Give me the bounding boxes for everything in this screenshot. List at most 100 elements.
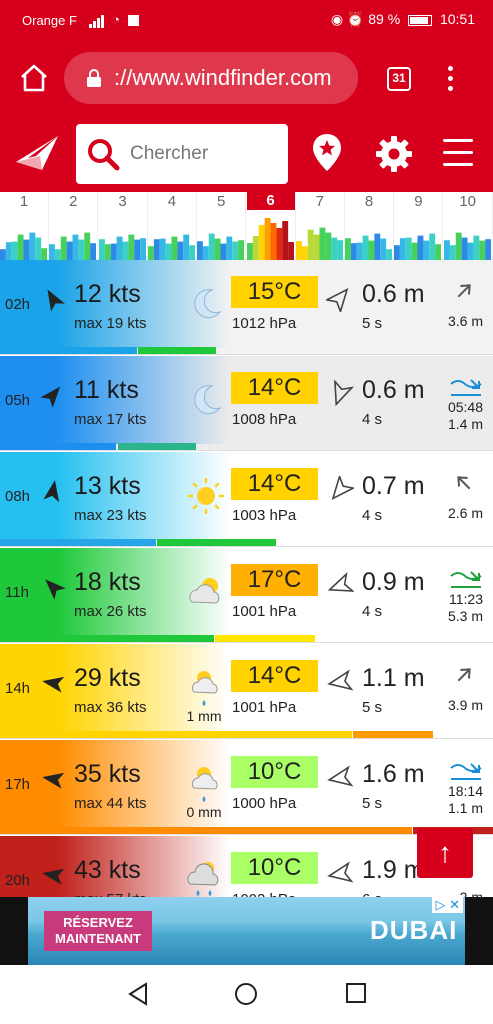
wave-period: 5 s (362, 699, 383, 716)
tide-height: 1.1 m (447, 800, 483, 816)
day-wind-bars (0, 232, 48, 260)
forecast-row[interactable]: 02h 12 kts max 19 kts 15°C 1012 hPa 0.6 m 5 s 3… (0, 260, 493, 355)
temperature: 10°C (231, 756, 318, 788)
battery-icon (408, 14, 433, 26)
wave-period: 5 s (362, 315, 383, 332)
wind-speed: 35 kts (74, 760, 141, 788)
signal-icon (88, 13, 105, 29)
day-wind-bars (147, 234, 195, 260)
day-tab-1[interactable]: 1 (0, 192, 49, 260)
gust-scale-bar (138, 347, 216, 354)
day-wind-bars (295, 227, 343, 260)
forecast-row[interactable]: 17h 35 kts max 44 kts 0 mm 10°C 1000 hPa 1.6 m… (0, 740, 493, 835)
wind-scale-bar (0, 731, 352, 738)
wave-direction-icon (327, 572, 354, 592)
day-tab-8[interactable]: 8 (345, 192, 395, 260)
ad-book-now-button[interactable]: RÉSERVEZ MAINTENANT (44, 911, 152, 951)
pressure: 1001 hPa (232, 699, 297, 716)
url-field[interactable]: ://www.windfinder.com (64, 52, 358, 104)
day-tab-label: 6 (246, 192, 295, 210)
day-wind-bars (98, 234, 146, 260)
wind-direction-icon (43, 480, 60, 503)
day-tab-4[interactable]: 4 (147, 192, 197, 260)
windfinder-logo-icon[interactable] (14, 130, 62, 178)
day-tab-7[interactable]: 7 (295, 192, 345, 260)
day-tab-2[interactable]: 2 (49, 192, 99, 260)
wave-height: 0.6 m (362, 376, 425, 404)
tab-switcher-button[interactable]: 31 (387, 67, 411, 91)
day-wind-bars (443, 232, 491, 260)
day-tab-10[interactable]: 10 (443, 192, 493, 260)
hour-label: 08h (5, 488, 31, 505)
recents-icon[interactable] (345, 982, 367, 1004)
day-tab-5[interactable]: 5 (197, 192, 247, 260)
forecast-row[interactable]: 11h 18 kts max 26 kts 17°C 1001 hPa 0.9 m 4 s 1… (0, 548, 493, 643)
gust-scale-bar (215, 635, 315, 642)
wave-period: 4 s (362, 603, 383, 620)
home-circle-icon[interactable] (234, 982, 258, 1006)
app-notification-icon (127, 15, 139, 27)
tide-direction-icon (457, 668, 471, 682)
day-tab-3[interactable]: 3 (98, 192, 148, 260)
precipitation: 1 mm (186, 708, 222, 724)
moon-icon (194, 385, 222, 415)
day-wind-bars (345, 233, 393, 260)
day-wind-bars (197, 233, 245, 260)
lock-icon (87, 69, 101, 87)
forecast-row[interactable]: 14h 29 kts max 36 kts 1 mm 14°C 1001 hPa 1.1 m… (0, 644, 493, 739)
wind-scale-bar (0, 539, 156, 546)
day-tab-label: 8 (364, 193, 374, 210)
wifi-icon: ◔ (112, 12, 121, 27)
wind-scale-bar (0, 443, 116, 450)
status-bar: Orange F ◔ ◉ ⏰ 89 % 10:51 (0, 0, 493, 40)
tide-direction-icon (457, 476, 471, 490)
home-icon[interactable] (18, 62, 50, 94)
tide-time: 18:14 (447, 783, 483, 799)
pressure: 1000 hPa (232, 795, 297, 812)
wave-direction-icon (326, 288, 349, 312)
ad-image[interactable]: RÉSERVEZ MAINTENANT DUBAI ▷ ✕ (28, 897, 465, 965)
ad-brand-logo: DUBAI (370, 915, 458, 945)
day-selector: 1 2 3 4 5 6 7 8 9 10 (0, 192, 493, 260)
forecast-row[interactable]: 08h 13 kts max 23 kts 14°C 1003 hPa 0.7 m 4 s 2… (0, 452, 493, 547)
wind-speed: 12 kts (74, 280, 141, 308)
more-options-icon[interactable] (448, 66, 456, 96)
wind-speed: 29 kts (74, 664, 141, 692)
wind-direction-icon (45, 579, 66, 600)
wind-gust: max 23 kts (74, 507, 147, 524)
advertisement-banner[interactable]: RÉSERVEZ MAINTENANT DUBAI ▷ ✕ (0, 897, 493, 965)
wind-direction-icon (42, 772, 65, 789)
pressure: 1001 hPa (232, 603, 297, 620)
tide-icon (450, 571, 482, 588)
favorite-location-icon[interactable] (311, 133, 343, 173)
hamburger-menu-icon[interactable] (443, 139, 473, 175)
forecast-row[interactable]: 05h 11 kts max 17 kts 14°C 1008 hPa 0.6 m 4 s 0… (0, 356, 493, 451)
wind-speed: 11 kts (74, 376, 139, 404)
settings-gear-icon[interactable] (374, 134, 414, 174)
hour-label: 02h (5, 296, 31, 313)
wind-scale-bar (0, 347, 137, 354)
wave-direction-icon (334, 380, 354, 407)
hour-label: 14h (5, 680, 31, 697)
sun-cloud-rain-icon (191, 671, 218, 706)
sun-cloud-icon (189, 578, 220, 604)
day-tab-label: 4 (167, 193, 177, 210)
wind-speed: 43 kts (74, 856, 141, 884)
scroll-to-top-button[interactable]: ↑ (417, 828, 473, 878)
temperature: 14°C (231, 660, 318, 692)
wind-speed: 13 kts (74, 472, 141, 500)
search-input[interactable]: Chercher (76, 124, 288, 184)
temperature: 10°C (231, 852, 318, 884)
eye-icon: ◉ (330, 11, 344, 27)
tide-icon (450, 763, 482, 780)
day-tab-9[interactable]: 9 (394, 192, 444, 260)
tide-height: 1.4 m (447, 416, 483, 432)
tide-time: 05:48 (447, 399, 483, 415)
wave-direction-icon (331, 476, 354, 500)
back-icon[interactable] (126, 982, 150, 1006)
day-tab-6[interactable]: 6 (246, 192, 296, 260)
hour-label: 17h (5, 776, 31, 793)
ad-close-icon[interactable]: ▷ ✕ (432, 897, 463, 913)
day-tab-label: 9 (414, 193, 423, 210)
day-wind-bars (246, 218, 294, 260)
